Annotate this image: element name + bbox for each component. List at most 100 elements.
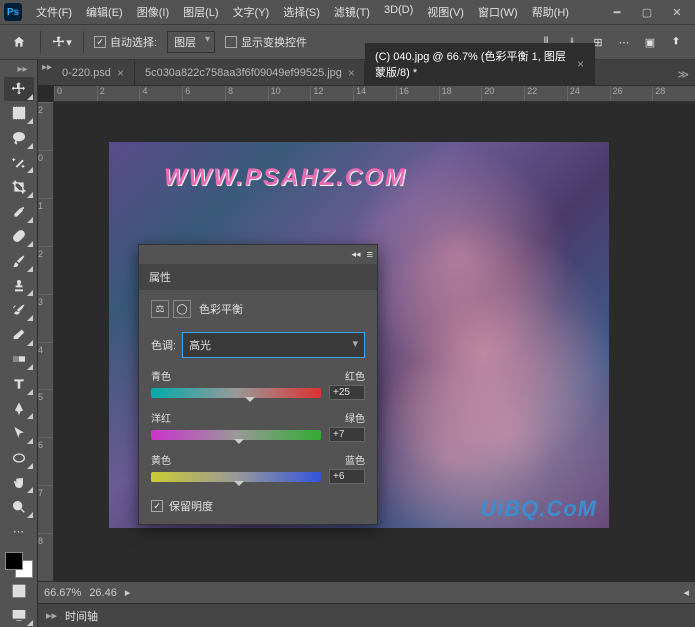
scroll-left-icon[interactable]: ◂ [683, 586, 689, 599]
move-tool[interactable] [4, 77, 34, 101]
tab-label: 0-220.psd [62, 67, 111, 79]
dots-icon[interactable]: ⋯ [613, 31, 635, 53]
home-icon[interactable] [8, 31, 30, 53]
panel-tab[interactable]: 属性 [139, 265, 377, 290]
timeline-panel[interactable]: ▸▸ 时间轴 [38, 603, 695, 627]
doc-tab-active[interactable]: (C) 040.jpg @ 66.7% (色彩平衡 1, 图层蒙版/8) * × [365, 43, 595, 85]
menu-3d[interactable]: 3D(D) [378, 1, 419, 23]
menu-layer[interactable]: 图层(L) [177, 1, 224, 23]
document-tabs: 0-220.psd × 5c030a822c758aa3f6f09049ef99… [38, 60, 695, 86]
quickmask-icon[interactable] [4, 579, 34, 603]
type-tool[interactable] [4, 372, 34, 396]
menu-edit[interactable]: 编辑(E) [80, 1, 129, 23]
gradient-tool[interactable] [4, 348, 34, 372]
panel-header[interactable]: ◂◂ ≡ [139, 245, 377, 265]
doc-tab[interactable]: 5c030a822c758aa3f6f09049ef99525.jpg × [135, 61, 365, 85]
titlebar: Ps 文件(F) 编辑(E) 图像(I) 图层(L) 文字(Y) 选择(S) 滤… [0, 0, 695, 24]
checkbox-icon[interactable] [225, 36, 237, 48]
menubar: 文件(F) 编辑(E) 图像(I) 图层(L) 文字(Y) 选择(S) 滤镜(T… [30, 1, 603, 23]
slider-magenta-green: 洋红绿色 [151, 410, 365, 442]
path-select-tool[interactable] [4, 421, 34, 445]
close-icon[interactable]: × [117, 66, 124, 80]
slider-yellow-blue: 黄色蓝色 [151, 452, 365, 484]
close-button[interactable]: ✕ [663, 1, 691, 23]
eyedropper-tool[interactable] [4, 200, 34, 224]
brush-tool[interactable] [4, 249, 34, 273]
menu-file[interactable]: 文件(F) [30, 1, 78, 23]
menu-select[interactable]: 选择(S) [277, 1, 326, 23]
slider-cyan-red: 青色红色 [151, 368, 365, 400]
mask-icon[interactable]: ◯ [173, 300, 191, 318]
slider-track[interactable] [151, 430, 321, 440]
tone-dropdown[interactable]: 高光 [182, 332, 365, 358]
history-brush-tool[interactable] [4, 298, 34, 322]
share-icon[interactable] [665, 31, 687, 53]
preserve-label: 保留明度 [169, 498, 213, 514]
close-icon[interactable]: × [577, 57, 584, 71]
marquee-tool[interactable] [4, 102, 34, 126]
tab-label: (C) 040.jpg @ 66.7% (色彩平衡 1, 图层蒙版/8) * [375, 48, 571, 80]
edit-toolbar-icon[interactable]: ⋯ [4, 520, 34, 544]
coords-value: 26.46 [89, 587, 117, 599]
magic-wand-tool[interactable] [4, 151, 34, 175]
ruler-vertical: 2012345678 [38, 102, 54, 581]
tone-label: 色调: [151, 337, 176, 353]
eraser-tool[interactable] [4, 323, 34, 347]
ruler-horizontal: 0246810121416182022242628 [54, 86, 695, 102]
menu-image[interactable]: 图像(I) [131, 1, 175, 23]
show-transform-check[interactable]: 显示变换控件 [225, 34, 307, 50]
watermark-top: WWW.PSAHZ.COM [164, 164, 407, 192]
shape-tool[interactable] [4, 446, 34, 470]
slider-thumb[interactable] [234, 439, 244, 449]
menu-type[interactable]: 文字(Y) [227, 1, 276, 23]
slider-thumb[interactable] [234, 481, 244, 491]
color-swatch[interactable] [5, 552, 33, 577]
adjustment-name: 色彩平衡 [199, 301, 243, 317]
adjustment-header: ⚖ ◯ 色彩平衡 [151, 300, 365, 318]
slider-value[interactable] [329, 385, 365, 400]
slider-value[interactable] [329, 427, 365, 442]
fg-color[interactable] [5, 552, 23, 570]
window-controls: ━ ▢ ✕ [603, 1, 691, 23]
slider-track[interactable] [151, 472, 321, 482]
auto-select-check[interactable]: 自动选择: [94, 34, 157, 50]
doc-tab[interactable]: 0-220.psd × [52, 61, 135, 85]
stamp-tool[interactable] [4, 274, 34, 298]
panel-menu-icon[interactable]: ≡ [367, 249, 373, 261]
expand-tools-icon[interactable]: ▸▸ [16, 64, 22, 76]
zoom-tool[interactable] [4, 495, 34, 519]
preserve-luminosity[interactable]: 保留明度 [151, 498, 365, 514]
close-icon[interactable]: × [348, 66, 355, 80]
screenmode-icon[interactable] [4, 603, 34, 627]
slider-track[interactable] [151, 388, 321, 398]
move-tool-icon[interactable]: ▾ [51, 31, 73, 53]
lasso-tool[interactable] [4, 126, 34, 150]
checkbox-icon[interactable] [94, 36, 106, 48]
collapse-icon[interactable]: ◂◂ [352, 249, 361, 260]
menu-window[interactable]: 窗口(W) [472, 1, 524, 23]
properties-panel: ◂◂ ≡ 属性 ⚖ ◯ 色彩平衡 色调: 高光 [138, 244, 378, 525]
expand-icon[interactable]: ▸▸ [46, 609, 57, 622]
healing-tool[interactable] [4, 225, 34, 249]
slider-thumb[interactable] [245, 397, 255, 407]
slider-value[interactable] [329, 469, 365, 484]
menu-view[interactable]: 视图(V) [421, 1, 470, 23]
zoom-value[interactable]: 66.67% [44, 587, 81, 599]
layer-dropdown[interactable]: 图层 [167, 31, 215, 53]
pen-tool[interactable] [4, 397, 34, 421]
crop-tool[interactable] [4, 175, 34, 199]
balance-icon: ⚖ [151, 300, 169, 318]
hand-tool[interactable] [4, 471, 34, 495]
app-logo: Ps [4, 3, 22, 21]
checkbox-icon[interactable] [151, 500, 163, 512]
maximize-button[interactable]: ▢ [633, 1, 661, 23]
3d-icon[interactable]: ▣ [639, 31, 661, 53]
status-arrow-icon[interactable]: ▸ [125, 586, 131, 599]
tab-label: 5c030a822c758aa3f6f09049ef99525.jpg [145, 67, 342, 79]
tool-panel: ▸▸ ⋯ [0, 60, 38, 627]
minimize-button[interactable]: ━ [603, 1, 631, 23]
menu-filter[interactable]: 滤镜(T) [328, 1, 376, 23]
menu-help[interactable]: 帮助(H) [526, 1, 575, 23]
tab-overflow-icon[interactable]: ≫ [671, 64, 695, 85]
expand-tabs-icon[interactable]: ▸▸ [40, 62, 46, 74]
